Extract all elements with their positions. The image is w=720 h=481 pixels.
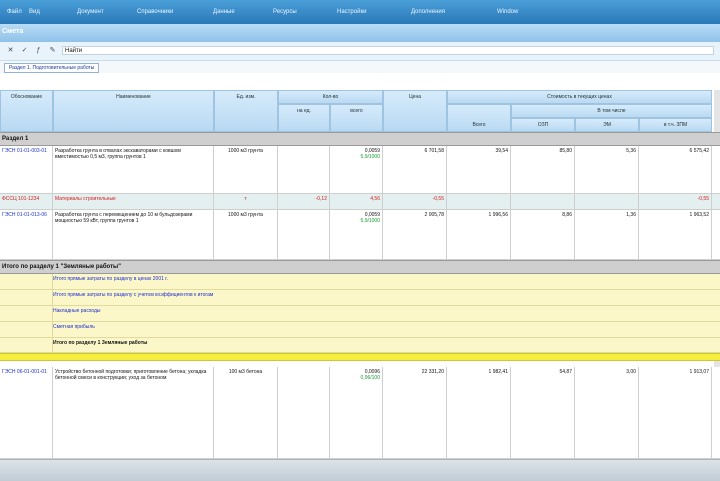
table-row[interactable]: ГЭСН 01-01-013-06 Разработка грунта с пе…: [0, 210, 720, 260]
header-qty-per-unit[interactable]: на ед.: [278, 104, 330, 132]
table-row[interactable]: ГЭСН 06-01-001-01 Устройство бетонной по…: [0, 367, 720, 459]
cell-unit: 1000 м3 грунта: [214, 210, 278, 259]
menu-references[interactable]: Справочники: [134, 6, 176, 18]
cell-c1: 8,86: [511, 210, 575, 259]
header-c1[interactable]: ОЗП: [511, 118, 575, 132]
cell-c3: 6 575,42: [639, 146, 712, 193]
cell-c3: 1 913,07: [639, 367, 712, 458]
menu-bar: Файл Вид Документ Справочники Данные Рес…: [0, 0, 720, 24]
cell-c1: 54,87: [511, 367, 575, 458]
menu-document[interactable]: Документ: [74, 6, 107, 18]
cell-total: 1 996,56: [447, 210, 511, 259]
header-cost-total[interactable]: Всего: [447, 104, 511, 132]
cell-c4: -0,55: [639, 194, 712, 209]
header-code[interactable]: Обоснование: [0, 90, 53, 132]
check-icon[interactable]: ✓: [20, 46, 29, 55]
menu-window[interactable]: Window: [494, 6, 521, 18]
cell-qty-per-unit: [278, 367, 330, 458]
document-title: Смета: [2, 28, 24, 35]
cell-code[interactable]: ГЭСН 06-01-001-01: [0, 367, 53, 458]
section-header-1[interactable]: Раздел 1: [0, 132, 720, 146]
cell-c2: 3,00: [575, 367, 639, 458]
cell-price: -0,55: [383, 194, 447, 209]
header-qty[interactable]: Кол-во: [278, 90, 383, 104]
totals-label: Сметная прибыль: [53, 324, 95, 330]
table-row[interactable]: ГЭСН 01-01-003-01 Разработка грунта в от…: [0, 146, 720, 194]
cell-name: Устройство бетонной подготовки; приготов…: [53, 367, 214, 458]
menu-settings[interactable]: Настройки: [334, 6, 369, 18]
cell-code[interactable]: ГЭСН 01-01-003-01: [0, 146, 53, 193]
menu-data[interactable]: Данные: [210, 6, 238, 18]
cell-price: 22 331,20: [383, 367, 447, 458]
totals-row[interactable]: Накладные расходы: [0, 306, 720, 322]
cell-unit: 1000 м3 грунта: [214, 146, 278, 193]
menu-view[interactable]: Вид: [26, 6, 43, 18]
cell-code[interactable]: ГЭСН 01-01-013-06: [0, 210, 53, 259]
header-cost-group[interactable]: Стоимость в текущих ценах: [447, 90, 712, 104]
section-end-bar: [0, 353, 720, 361]
totals-label: Итого прямые затраты по разделу с учетом…: [53, 292, 214, 298]
formula-input[interactable]: Найти: [62, 46, 714, 55]
totals-label: Накладные расходы: [53, 308, 101, 314]
table-row[interactable]: ФССЦ 101-1234 Материалы строительные т -…: [0, 194, 720, 210]
totals-label: Итого по разделу 1 Земляные работы: [53, 340, 148, 346]
breadcrumb-bar: Раздел 1. Подготовительные работы: [0, 61, 720, 73]
header-unit[interactable]: Ед. изм.: [214, 90, 278, 132]
totals-row[interactable]: Итого по разделу 1 Земляные работы: [0, 338, 720, 353]
totals-row[interactable]: Итого прямые затраты по разделу с учетом…: [0, 290, 720, 306]
cell-unit: 100 м3 бетона: [214, 367, 278, 458]
cancel-icon[interactable]: ✕: [6, 46, 15, 55]
cell-qty-total: 0,0059 5,9/1000: [330, 146, 383, 193]
header-c3[interactable]: в т.ч. ЗПМ: [639, 118, 712, 132]
function-icon[interactable]: ƒ: [34, 46, 43, 55]
cell-c1: 85,80: [511, 146, 575, 193]
menu-addons[interactable]: Дополнения: [408, 6, 448, 18]
cell-name: Разработка грунта с перемещением до 10 м…: [53, 210, 214, 259]
breadcrumb[interactable]: Раздел 1. Подготовительные работы: [4, 63, 100, 73]
menu-resources[interactable]: Ресурсы: [270, 6, 300, 18]
totals-row[interactable]: Сметная прибыль: [0, 322, 720, 338]
cell-total: 39,54: [447, 146, 511, 193]
cell-qty-per-unit: -0,12: [278, 194, 330, 209]
cell-name: Материалы строительные: [53, 194, 214, 209]
document-title-bar: Смета: [0, 24, 720, 42]
cell-total: [447, 194, 511, 209]
cell-price: 6 701,58: [383, 146, 447, 193]
cell-c3: 1 963,52: [639, 210, 712, 259]
cell-c2: 5,36: [575, 146, 639, 193]
cell-code[interactable]: ФССЦ 101-1234: [0, 194, 53, 209]
cell-name: Разработка грунта в отвалах экскаваторам…: [53, 146, 214, 193]
cell-c2: [575, 194, 639, 209]
formula-toolbar: ✕ ✓ ƒ ✎ Найти: [0, 42, 720, 61]
status-bar: [0, 459, 720, 481]
cell-unit: т: [214, 194, 278, 209]
header-price[interactable]: Цена: [383, 90, 447, 132]
cell-qty-total: 0,0059 5,9/1000: [330, 210, 383, 259]
cell-qty-per-unit: [278, 146, 330, 193]
cell-price: 2 005,78: [383, 210, 447, 259]
cell-total: 1 982,41: [447, 367, 511, 458]
cell-qty-total: 4,56: [330, 194, 383, 209]
section-header-2[interactable]: Итого по разделу 1 "Земляные работы": [0, 260, 720, 274]
menu-file[interactable]: Файл: [4, 6, 25, 18]
totals-label: Итого прямые затраты по разделу в ценах …: [53, 276, 168, 282]
header-name[interactable]: Наименование: [53, 90, 214, 132]
edit-icon[interactable]: ✎: [48, 46, 57, 55]
cell-qty-per-unit: [278, 210, 330, 259]
header-qty-total[interactable]: всего: [330, 104, 383, 132]
cell-qty-total: 0,0096 0,96/100: [330, 367, 383, 458]
header-c2[interactable]: ЭМ: [575, 118, 639, 132]
header-cost-incl[interactable]: В том числе: [511, 104, 712, 118]
totals-row[interactable]: Итого прямые затраты по разделу в ценах …: [0, 274, 720, 290]
cell-c2: 1,36: [575, 210, 639, 259]
cell-c1: [511, 194, 575, 209]
